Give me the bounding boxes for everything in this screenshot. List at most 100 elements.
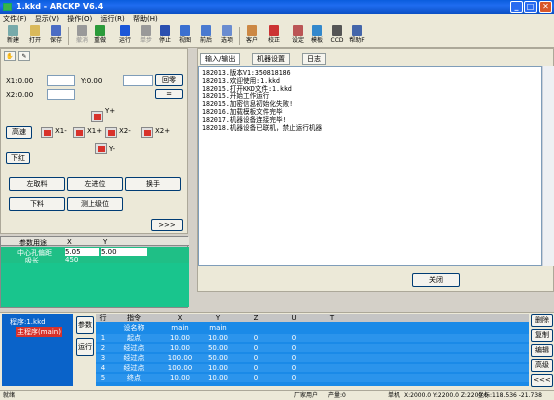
menu-file[interactable]: 文件(F) (3, 15, 27, 23)
params-side-button[interactable]: 参数 (76, 316, 94, 334)
options-icon (222, 25, 232, 36)
close-log-button[interactable]: 关闭 (412, 273, 460, 287)
jog-y-plus-button[interactable] (91, 111, 103, 122)
log-scrollbar[interactable] (542, 66, 554, 266)
toolbar-open-folder-button[interactable]: 打开 (25, 25, 45, 47)
param-x-header: X (67, 238, 72, 246)
param-row-y[interactable]: 5.00 (101, 248, 147, 256)
lower-button[interactable]: 下红 (6, 152, 30, 164)
tab-manual-icon[interactable]: ✋ (4, 51, 16, 61)
left-advance-button[interactable]: 左进位 (67, 177, 123, 191)
cell-cmd: 起点 (127, 334, 141, 342)
stop-icon (160, 25, 170, 36)
toolbar-calibrate-button[interactable]: 校正 (264, 25, 284, 47)
client-icon (247, 25, 257, 36)
status-ready: 就绪 (3, 392, 16, 399)
cell-z: 0 (253, 334, 259, 342)
toolbar-undo-button[interactable]: 撤消 (72, 25, 92, 47)
toolbar-zoom-button[interactable]: 前后 (196, 25, 216, 47)
toolbar-client-button[interactable]: 客户 (242, 25, 262, 47)
jog-x2-minus-label: X2- (119, 127, 131, 135)
toolbar-step-button[interactable]: 单步 (136, 25, 156, 47)
toolbar-view-button[interactable]: 视图 (175, 25, 195, 47)
delete-button[interactable]: 删除 (531, 314, 553, 327)
unload-button[interactable]: 下料 (9, 197, 65, 211)
cell-n: 5 (100, 374, 106, 382)
jog-x1-minus-button[interactable] (41, 127, 53, 138)
toolbar-options-button[interactable]: 选项 (217, 25, 237, 47)
app-icon (3, 3, 12, 11)
table-row[interactable]: 2 经过点 10.00 50.00 0 0 (96, 344, 529, 352)
minimize-button[interactable]: _ (510, 1, 523, 13)
table-row[interactable]: 4 经过点 100.00 10.00 0 0 (96, 364, 529, 372)
table-row[interactable]: 3 经过点 100.00 50.00 0 0 (96, 354, 529, 362)
toolbar-template-button[interactable]: 模板 (307, 25, 327, 47)
cell-n: 4 (100, 364, 106, 372)
cell-x: 10.00 (169, 344, 191, 352)
menu-view[interactable]: 显示(V) (35, 15, 59, 23)
tab-machine-settings[interactable]: 机器设置 (252, 53, 290, 65)
cell-z: 0 (253, 364, 259, 372)
ccd-icon (332, 25, 342, 36)
advanced-button[interactable]: 高级 (531, 359, 553, 372)
toolbar-help-button[interactable]: 帮助F (347, 25, 367, 47)
cell-y: 10.00 (207, 334, 229, 342)
cell-x: 100.00 (167, 364, 193, 372)
tab-settings-icon[interactable]: ✎ (18, 51, 30, 61)
toolbar-play-button[interactable]: 运行 (115, 25, 135, 47)
high-speed-button[interactable]: 高速 (6, 126, 32, 139)
jog-x2-plus-button[interactable] (141, 127, 153, 138)
jog-y-minus-button[interactable] (95, 143, 107, 154)
toolbar-ccd-button[interactable]: CCD (327, 25, 347, 47)
toolbar-separator (239, 27, 240, 45)
jog-x1-plus-button[interactable] (73, 127, 85, 138)
table-row[interactable]: 5 终点 10.00 10.00 0 0 (96, 374, 529, 382)
toolbar-label: 重做 (93, 37, 106, 44)
toolbar-redo-button[interactable]: 重做 (90, 25, 110, 47)
measure-button[interactable]: 测上级位 (67, 197, 123, 211)
col-z: Z (253, 314, 259, 322)
template-icon (312, 25, 322, 36)
tree-root-label[interactable]: 程序:1.kkd (10, 317, 46, 327)
cell-x: 10.00 (169, 334, 191, 342)
status-limits: X:2000.0 Y:2200.0 Z:2200.0 (404, 392, 488, 399)
menu-run[interactable]: 运行(R) (100, 15, 124, 23)
log-text-area[interactable]: 182013.版本V1:350818186 182013.欢迎使用:1.kkd 18… (198, 66, 542, 266)
cell-z: 0 (253, 354, 259, 362)
toolbar-stop-button[interactable]: 停止 (155, 25, 175, 47)
maximize-button[interactable]: □ (524, 1, 537, 13)
menu-operate[interactable]: 操作(O) (67, 15, 92, 23)
toolbar-save-button[interactable]: 保存 (46, 25, 66, 47)
menu-help[interactable]: 帮助(H) (133, 15, 158, 23)
tab-io[interactable]: 输入/输出 (200, 53, 241, 65)
toolbar-separator (68, 27, 69, 45)
equals-button[interactable]: = (155, 89, 183, 99)
x2-input[interactable] (47, 89, 75, 100)
x1-input[interactable] (47, 75, 75, 86)
more-button[interactable]: >>> (151, 219, 183, 231)
cell-u: 0 (291, 354, 297, 362)
toolbar-label: 客户 (245, 37, 258, 44)
collapse-button[interactable]: <<< (531, 374, 553, 387)
edit-button[interactable]: 编辑 (531, 344, 553, 357)
y-input[interactable] (123, 75, 153, 86)
close-button[interactable]: ✕ (539, 1, 552, 13)
cell-n: 2 (100, 344, 106, 352)
cell-x: main (171, 324, 189, 332)
return-zero-button[interactable]: 回零 (155, 74, 183, 86)
toolbar-label: 保存 (49, 37, 62, 44)
param-row-x[interactable]: 5.05 (65, 248, 99, 256)
run-side-button[interactable]: 运行 (76, 338, 94, 356)
cell-n: 3 (100, 354, 106, 362)
toolbar-new-file-button[interactable]: 新建 (3, 25, 23, 47)
tree-child-label[interactable]: 主程序(main) (16, 327, 62, 337)
copy-button[interactable]: 复制 (531, 329, 553, 342)
left-hole-button[interactable]: 左取料 (9, 177, 65, 191)
jog-x2-minus-button[interactable] (105, 127, 117, 138)
switch-hand-button[interactable]: 换手 (125, 177, 181, 191)
table-row[interactable]: 设名称 main main (96, 324, 529, 332)
table-row[interactable]: 1 起点 10.00 10.00 0 0 (96, 334, 529, 342)
tab-log[interactable]: 日志 (302, 53, 326, 65)
toolbar-settings-button[interactable]: 设定 (288, 25, 308, 47)
cell-y: main (209, 324, 227, 332)
